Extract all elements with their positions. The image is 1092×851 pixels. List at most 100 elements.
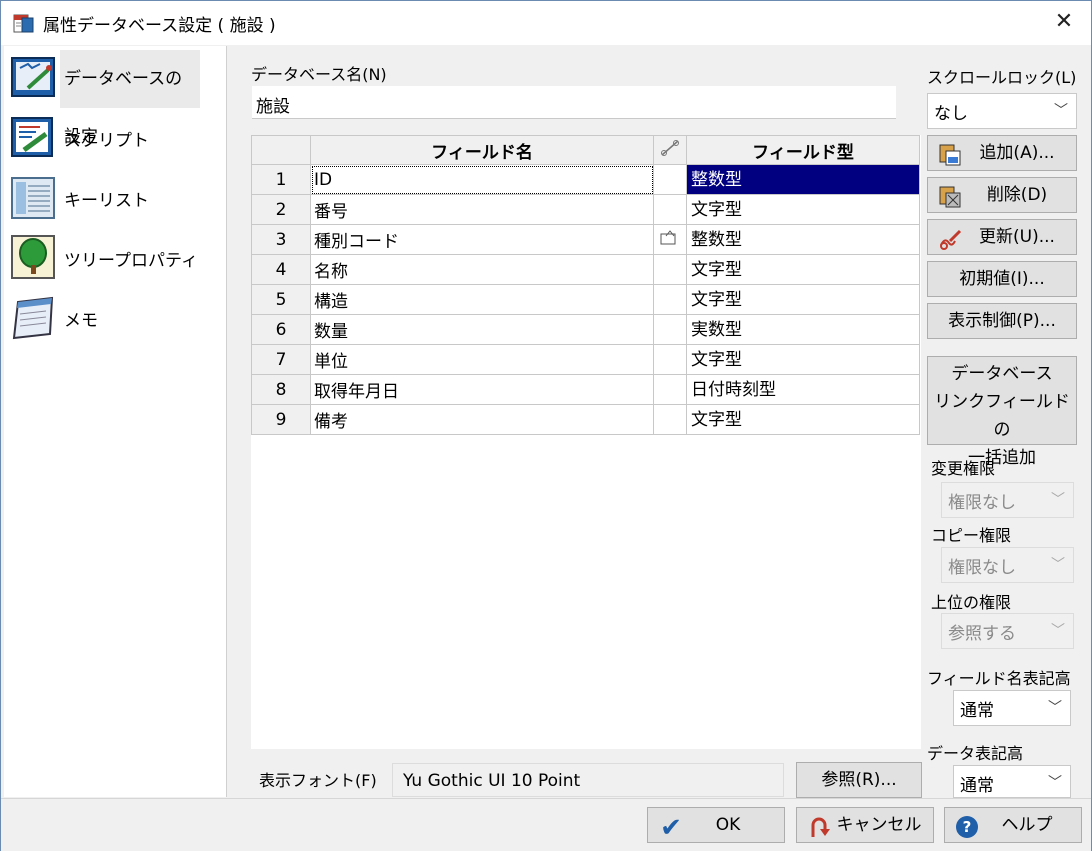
data-height-select[interactable]: 通常 ﹀ (953, 765, 1071, 798)
field-type-cell[interactable]: 実数型 (686, 314, 920, 345)
field-type-cell[interactable]: 日付時刻型 (686, 374, 920, 405)
sidebar-item-label: メモ (64, 311, 98, 331)
field-type-cell[interactable]: 文字型 (686, 194, 920, 225)
display-font-value: Yu Gothic UI 10 Point (403, 771, 581, 791)
add-button-label: 追加(A)... (979, 143, 1055, 163)
bulk-add-link-fields-button[interactable]: データベース リンクフィールドの 一括追加 (927, 356, 1077, 468)
table-row[interactable]: 3 種別コード 整数型 (251, 224, 920, 255)
ok-button[interactable]: ✔ OK (647, 807, 785, 843)
database-name-input[interactable]: 施設 (252, 86, 896, 119)
change-permission-label: 変更権限 (931, 459, 996, 478)
link-indicator-icon (660, 230, 676, 245)
link-cell[interactable] (653, 254, 687, 285)
row-number: 8 (251, 374, 311, 405)
table-row[interactable]: 1 ID 整数型 (251, 164, 920, 195)
dialog-window: 属性データベース設定 ( 施設 ) ✕ データベースの設定 スクリプト キーリス… (0, 0, 1092, 851)
field-type-header[interactable]: フィールド型 (686, 135, 920, 165)
link-cell[interactable] (653, 404, 687, 435)
copy-permission-select[interactable]: 権限なし ﹀ (941, 547, 1074, 583)
chevron-down-icon: ﹀ (1051, 557, 1065, 573)
parent-permission-select[interactable]: 参照する ﹀ (941, 613, 1074, 649)
link-cell[interactable] (653, 314, 687, 345)
table-row[interactable]: 7 単位 文字型 (251, 344, 920, 375)
change-permission-value: 権限なし (948, 493, 1016, 513)
add-button[interactable]: 追加(A)... (927, 135, 1077, 171)
title-bar: 属性データベース設定 ( 施設 ) ✕ (1, 1, 1091, 45)
checkmark-icon: ✔ (660, 813, 682, 843)
link-header[interactable] (653, 135, 687, 165)
link-cell[interactable] (653, 284, 687, 315)
row-number: 5 (251, 284, 311, 315)
field-name-cell[interactable]: ID (310, 164, 654, 195)
sidebar-item-label: ツリープロパティ (64, 251, 198, 271)
row-number: 1 (251, 164, 311, 195)
key-list-icon (11, 177, 55, 219)
field-type-cell[interactable]: 文字型 (686, 344, 920, 375)
sidebar-item-memo[interactable]: メモ (8, 288, 223, 346)
table-row[interactable]: 9 備考 文字型 (251, 404, 920, 435)
sidebar-item-label: データベースの設定 (60, 50, 200, 147)
field-name-cell[interactable]: 取得年月日 (310, 374, 654, 405)
svg-text:?: ? (963, 818, 972, 836)
table-row[interactable]: 6 数量 実数型 (251, 314, 920, 345)
footer-bar: ✔ OK キャンセル ? ヘルプ (1, 798, 1091, 851)
table-row[interactable]: 4 名称 文字型 (251, 254, 920, 285)
tree-icon (11, 235, 55, 279)
change-permission-select[interactable]: 権限なし ﹀ (941, 482, 1074, 518)
chevron-down-icon: ﹀ (1048, 775, 1062, 791)
field-name-cell[interactable]: 構造 (310, 284, 654, 315)
field-name-cell[interactable]: 種別コード (310, 224, 654, 255)
initial-value-button[interactable]: 初期値(I)... (927, 261, 1077, 297)
link-cell[interactable] (653, 164, 687, 195)
scroll-lock-label: スクロールロック(L) (927, 68, 1077, 87)
copy-permission-label: コピー権限 (931, 526, 1012, 545)
update-button[interactable]: 更新(U)... (927, 219, 1077, 255)
field-name-cell[interactable]: 番号 (310, 194, 654, 225)
close-icon[interactable]: ✕ (1051, 9, 1077, 35)
help-button[interactable]: ? ヘルプ (944, 807, 1082, 843)
database-settings-icon (11, 57, 55, 97)
field-name-header[interactable]: フィールド名 (310, 135, 654, 165)
field-type-cell[interactable]: 文字型 (686, 254, 920, 285)
field-type-cell[interactable]: 文字型 (686, 404, 920, 435)
bulk-add-line-1: データベース (951, 364, 1053, 384)
copy-permission-value: 権限なし (948, 558, 1016, 578)
sidebar-item-database-settings[interactable]: データベースの設定 (8, 48, 223, 147)
display-font-label: 表示フォント(F) (259, 771, 377, 790)
table-row[interactable]: 5 構造 文字型 (251, 284, 920, 315)
field-name-cell[interactable]: 名称 (310, 254, 654, 285)
data-height-label: データ表記高 (927, 744, 1024, 763)
delete-button[interactable]: 削除(D) (927, 177, 1077, 213)
sidebar: データベースの設定 スクリプト キーリスト ツリープロパティ メモ (4, 46, 227, 797)
link-cell[interactable] (653, 224, 687, 255)
database-name-label: データベース名(N) (251, 65, 387, 84)
sidebar-item-key-list[interactable]: キーリスト (8, 168, 223, 226)
cancel-button[interactable]: キャンセル (796, 807, 934, 843)
parent-permission-value: 参照する (948, 624, 1016, 644)
link-cell[interactable] (653, 344, 687, 375)
field-grid[interactable]: フィールド名 フィールド型 1 ID 整数型 2 番号 文字型 3 種別コード 整数型 4 名称 文字… (251, 135, 921, 749)
link-cell[interactable] (653, 194, 687, 225)
bulk-add-line-2: リンクフィールドの (934, 392, 1070, 440)
field-type-cell[interactable]: 整数型 (686, 164, 920, 195)
sidebar-item-script[interactable]: スクリプト (8, 108, 223, 166)
row-number-header (251, 135, 311, 165)
chevron-down-icon: ﹀ (1048, 700, 1062, 716)
field-name-cell[interactable]: 備考 (310, 404, 654, 435)
sidebar-item-tree-property[interactable]: ツリープロパティ (8, 228, 223, 286)
row-number: 6 (251, 314, 311, 345)
field-type-cell[interactable]: 整数型 (686, 224, 920, 255)
app-icon (13, 14, 34, 33)
field-type-cell[interactable]: 文字型 (686, 284, 920, 315)
field-name-height-select[interactable]: 通常 ﹀ (953, 690, 1071, 726)
scroll-lock-select[interactable]: なし ﹀ (927, 93, 1077, 129)
browse-font-button[interactable]: 参照(R)... (796, 762, 922, 798)
table-row[interactable]: 8 取得年月日 日付時刻型 (251, 374, 920, 405)
table-row[interactable]: 2 番号 文字型 (251, 194, 920, 225)
chevron-down-icon: ﹀ (1051, 492, 1065, 508)
display-control-button[interactable]: 表示制御(P)... (927, 303, 1077, 339)
field-name-cell[interactable]: 数量 (310, 314, 654, 345)
parent-permission-label: 上位の権限 (931, 593, 1012, 612)
link-cell[interactable] (653, 374, 687, 405)
field-name-cell[interactable]: 単位 (310, 344, 654, 375)
